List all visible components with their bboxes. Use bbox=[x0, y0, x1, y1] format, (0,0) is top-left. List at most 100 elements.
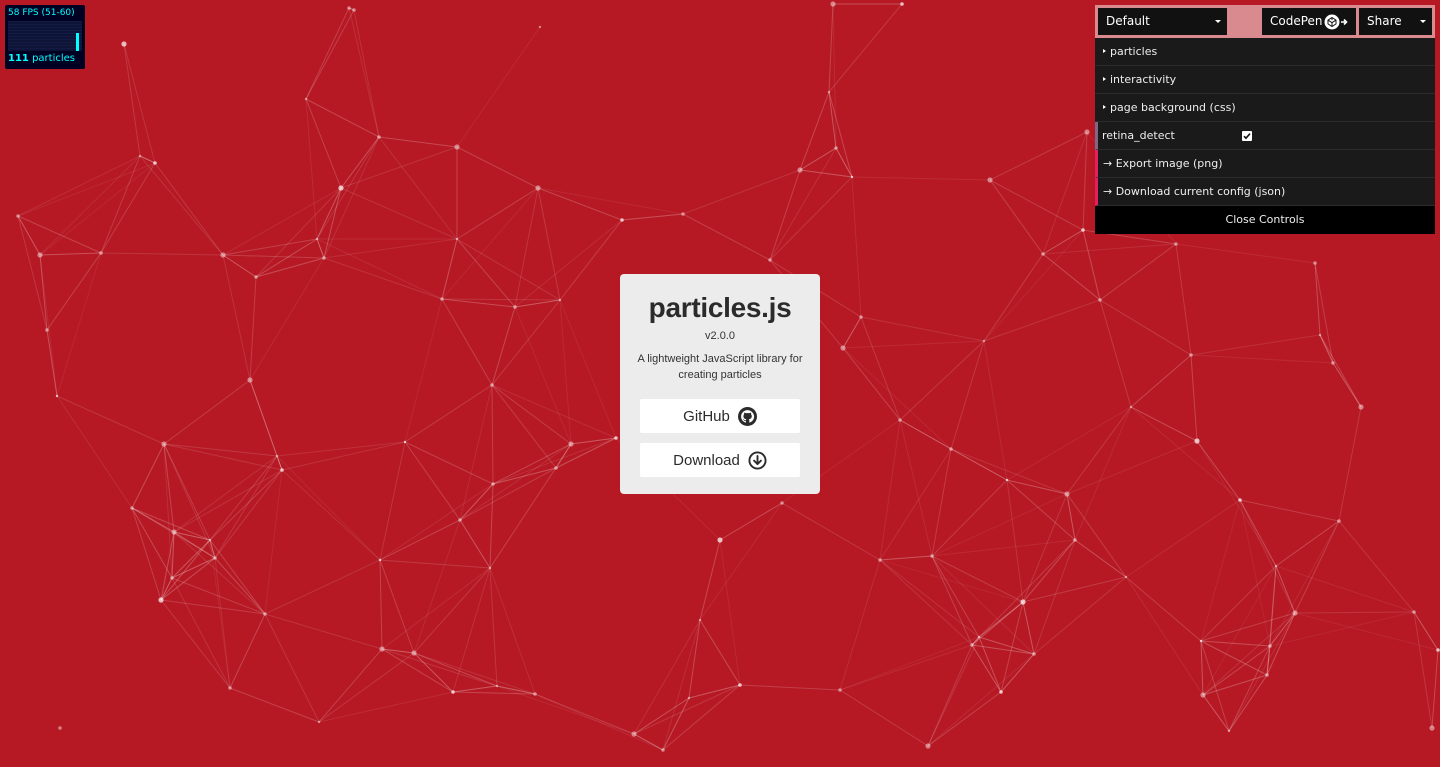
particle-link bbox=[950, 448, 1068, 495]
particle-dot bbox=[1331, 361, 1335, 365]
particle-dot bbox=[717, 537, 723, 543]
particle-link bbox=[17, 215, 41, 256]
particle-dot bbox=[1199, 639, 1203, 643]
particle-link bbox=[249, 257, 325, 381]
particle-dot bbox=[1041, 252, 1045, 256]
particle-dot bbox=[347, 6, 351, 10]
particle-link bbox=[1006, 479, 1024, 603]
particle-link bbox=[378, 136, 458, 240]
page-title: particles.js bbox=[648, 292, 792, 323]
particle-link bbox=[348, 7, 380, 138]
particle-dot bbox=[1318, 333, 1322, 337]
particle-link bbox=[699, 619, 741, 686]
particle-link bbox=[899, 419, 1008, 481]
particle-link bbox=[1314, 262, 1321, 336]
particle-link bbox=[489, 483, 494, 569]
particle-link bbox=[839, 689, 929, 747]
particle-link bbox=[989, 179, 1044, 255]
github-icon bbox=[737, 406, 757, 426]
particle-dot bbox=[263, 612, 267, 616]
particle-dot bbox=[827, 90, 831, 94]
particle-link bbox=[799, 147, 837, 171]
particle-link bbox=[537, 187, 561, 301]
particle-dot bbox=[982, 339, 986, 343]
particle-dot bbox=[377, 135, 381, 139]
particle-dot bbox=[631, 731, 637, 737]
fps-stats-panel[interactable]: 58 FPS (51-60) 111 particles bbox=[5, 5, 85, 69]
particle-link bbox=[39, 254, 58, 397]
particle-dot bbox=[161, 441, 167, 447]
particle-link bbox=[682, 213, 771, 261]
particle-dot bbox=[454, 144, 460, 150]
particle-link bbox=[131, 507, 211, 541]
folder-particles[interactable]: particles bbox=[1095, 38, 1435, 66]
particle-link bbox=[828, 3, 834, 93]
particle-link bbox=[214, 557, 231, 689]
particle-link bbox=[305, 98, 342, 189]
folder-particles-label: particles bbox=[1110, 45, 1158, 58]
particle-link bbox=[879, 555, 933, 561]
particle-dot bbox=[1274, 564, 1278, 568]
particle-dot bbox=[1084, 129, 1090, 135]
particle-dot bbox=[153, 161, 157, 165]
particle-link bbox=[404, 298, 443, 443]
particle-link bbox=[441, 298, 493, 386]
particle-link bbox=[340, 187, 458, 240]
particle-link bbox=[222, 254, 257, 278]
particle-link bbox=[163, 443, 216, 559]
folder-page-background[interactable]: page background (css) bbox=[1095, 94, 1435, 122]
particle-link bbox=[828, 3, 903, 93]
particle-link bbox=[1413, 611, 1433, 729]
particle-dot bbox=[1268, 644, 1272, 648]
particle-link bbox=[489, 467, 557, 569]
chevron-down-icon bbox=[1420, 20, 1426, 23]
particle-dot bbox=[411, 650, 417, 656]
particle-link bbox=[459, 483, 494, 521]
particle-dot bbox=[1265, 673, 1269, 677]
folder-interactivity[interactable]: interactivity bbox=[1095, 66, 1435, 94]
codepen-button[interactable]: CodePen bbox=[1262, 8, 1356, 35]
particle-dot bbox=[171, 529, 177, 535]
particle-dot bbox=[898, 418, 902, 422]
particle-link bbox=[983, 299, 1101, 342]
close-controls-button[interactable]: Close Controls bbox=[1095, 206, 1435, 234]
particle-link bbox=[1074, 539, 1127, 578]
particle-dot bbox=[698, 618, 702, 622]
particle-link bbox=[316, 136, 380, 240]
particle-link bbox=[17, 162, 156, 217]
particle-dot bbox=[1238, 498, 1242, 502]
retina-detect-checkbox[interactable] bbox=[1242, 131, 1252, 141]
particle-dot bbox=[925, 743, 931, 749]
particle-link bbox=[281, 469, 381, 561]
particle-dot bbox=[352, 8, 356, 12]
download-button[interactable]: Download bbox=[640, 443, 800, 477]
preset-select[interactable]: Default bbox=[1098, 8, 1227, 35]
fps-graph bbox=[8, 21, 82, 51]
particle-link bbox=[379, 559, 491, 569]
share-select[interactable]: Share bbox=[1359, 8, 1432, 35]
particle-link bbox=[1332, 362, 1362, 408]
github-button[interactable]: GitHub bbox=[640, 399, 800, 433]
particle-link bbox=[46, 329, 58, 397]
particle-link bbox=[459, 519, 491, 569]
particle-link bbox=[491, 384, 557, 469]
particle-link bbox=[839, 644, 973, 691]
particles-count: 111 particles bbox=[8, 52, 82, 66]
particle-link bbox=[160, 599, 266, 615]
particle-link bbox=[879, 559, 980, 638]
particle-dot bbox=[554, 466, 558, 470]
download-config-button[interactable]: → Download current config (json) bbox=[1095, 178, 1435, 206]
particle-dot bbox=[999, 690, 1003, 694]
particle-link bbox=[39, 252, 102, 256]
particle-link bbox=[1190, 354, 1198, 442]
intro-card: particles.js v2.0.0 A lightweight JavaSc… bbox=[620, 274, 820, 494]
particle-link bbox=[353, 9, 380, 138]
download-circle-icon bbox=[748, 450, 767, 470]
particle-link bbox=[17, 155, 141, 217]
particle-link bbox=[828, 91, 853, 178]
particle-link bbox=[860, 316, 985, 342]
export-image-button[interactable]: → Export image (png) bbox=[1095, 150, 1435, 178]
particle-link bbox=[559, 219, 623, 301]
particle-link bbox=[123, 43, 156, 164]
particle-link bbox=[1082, 229, 1101, 301]
